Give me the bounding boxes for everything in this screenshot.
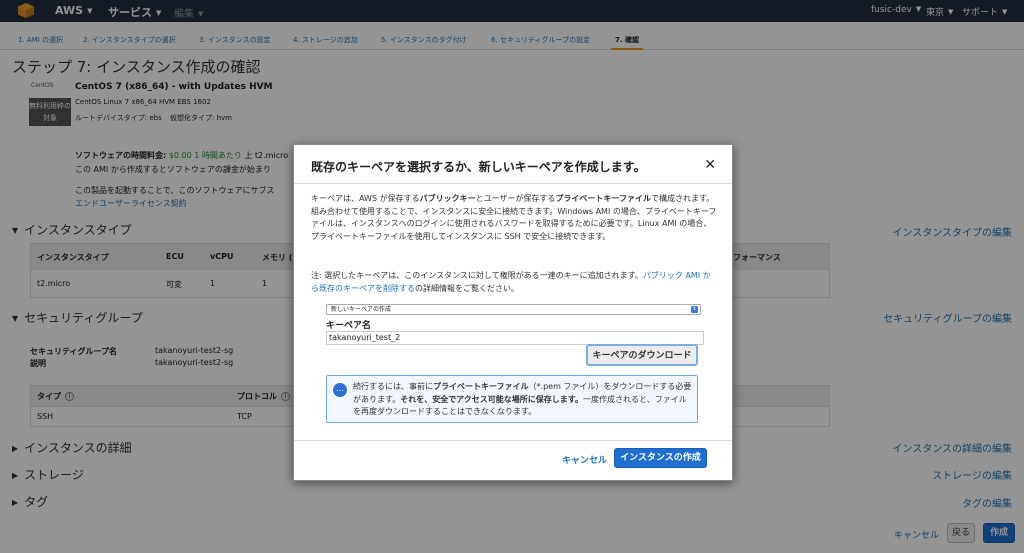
launch-instances-button[interactable]: インスタンスの作成	[614, 448, 707, 468]
dialog-description: キーペアは、AWS が保存するパブリックキーとユーザーが保存するプライベートキー…	[311, 193, 717, 243]
keypair-option-select[interactable]: 新しいキーペアの作成 ⇕	[326, 304, 701, 315]
divider	[294, 440, 732, 441]
note-text-1: 注: 選択したキーペアは、このインスタンスに対して権限がある一連のキーに追加され…	[311, 271, 643, 280]
keypair-name-input[interactable]: takanoyuri_test_2	[326, 331, 704, 345]
desc-text-1: キーペアは、AWS が保存する	[311, 194, 420, 203]
download-alert: … 続行するには、事前にプライベートキーファイル（*.pem ファイル）をダウン…	[326, 375, 698, 423]
dialog-title: 既存のキーペアを選択するか、新しいキーペアを作成します。	[311, 160, 646, 174]
dialog-cancel-link[interactable]: キャンセル	[562, 453, 607, 466]
divider	[294, 183, 732, 184]
desc-text-2: とユーザーが保存する	[475, 194, 556, 203]
close-icon[interactable]: ✕	[704, 157, 716, 173]
dialog-note: 注: 選択したキーペアは、このインスタンスに対して権限がある一連のキーに追加され…	[311, 270, 717, 295]
alert-text-1: 続行するには、事前に	[353, 382, 433, 391]
keypair-name-label: キーペア名	[326, 321, 372, 331]
select-value: 新しいキーペアの作成	[331, 306, 392, 313]
desc-public-key: パブリックキー	[419, 194, 476, 203]
alert-text: 続行するには、事前にプライベートキーファイル（*.pem ファイル）をダウンロー…	[353, 381, 693, 419]
speech-bubble-icon: …	[333, 383, 347, 397]
select-arrows-icon: ⇕	[691, 306, 698, 313]
alert-private-key: プライベートキーファイル	[433, 382, 529, 391]
alert-save-safely: それを、安全でアクセス可能な場所に保存します。	[400, 394, 584, 404]
note-text-2: の詳細情報をご覧ください。	[415, 283, 519, 293]
download-keypair-button[interactable]: キーペアのダウンロード	[586, 344, 698, 366]
keypair-dialog: 既存のキーペアを選択するか、新しいキーペアを作成します。 ✕ キーペアは、AWS…	[293, 144, 733, 481]
desc-private-key: プライベートキーファイル	[555, 194, 651, 203]
